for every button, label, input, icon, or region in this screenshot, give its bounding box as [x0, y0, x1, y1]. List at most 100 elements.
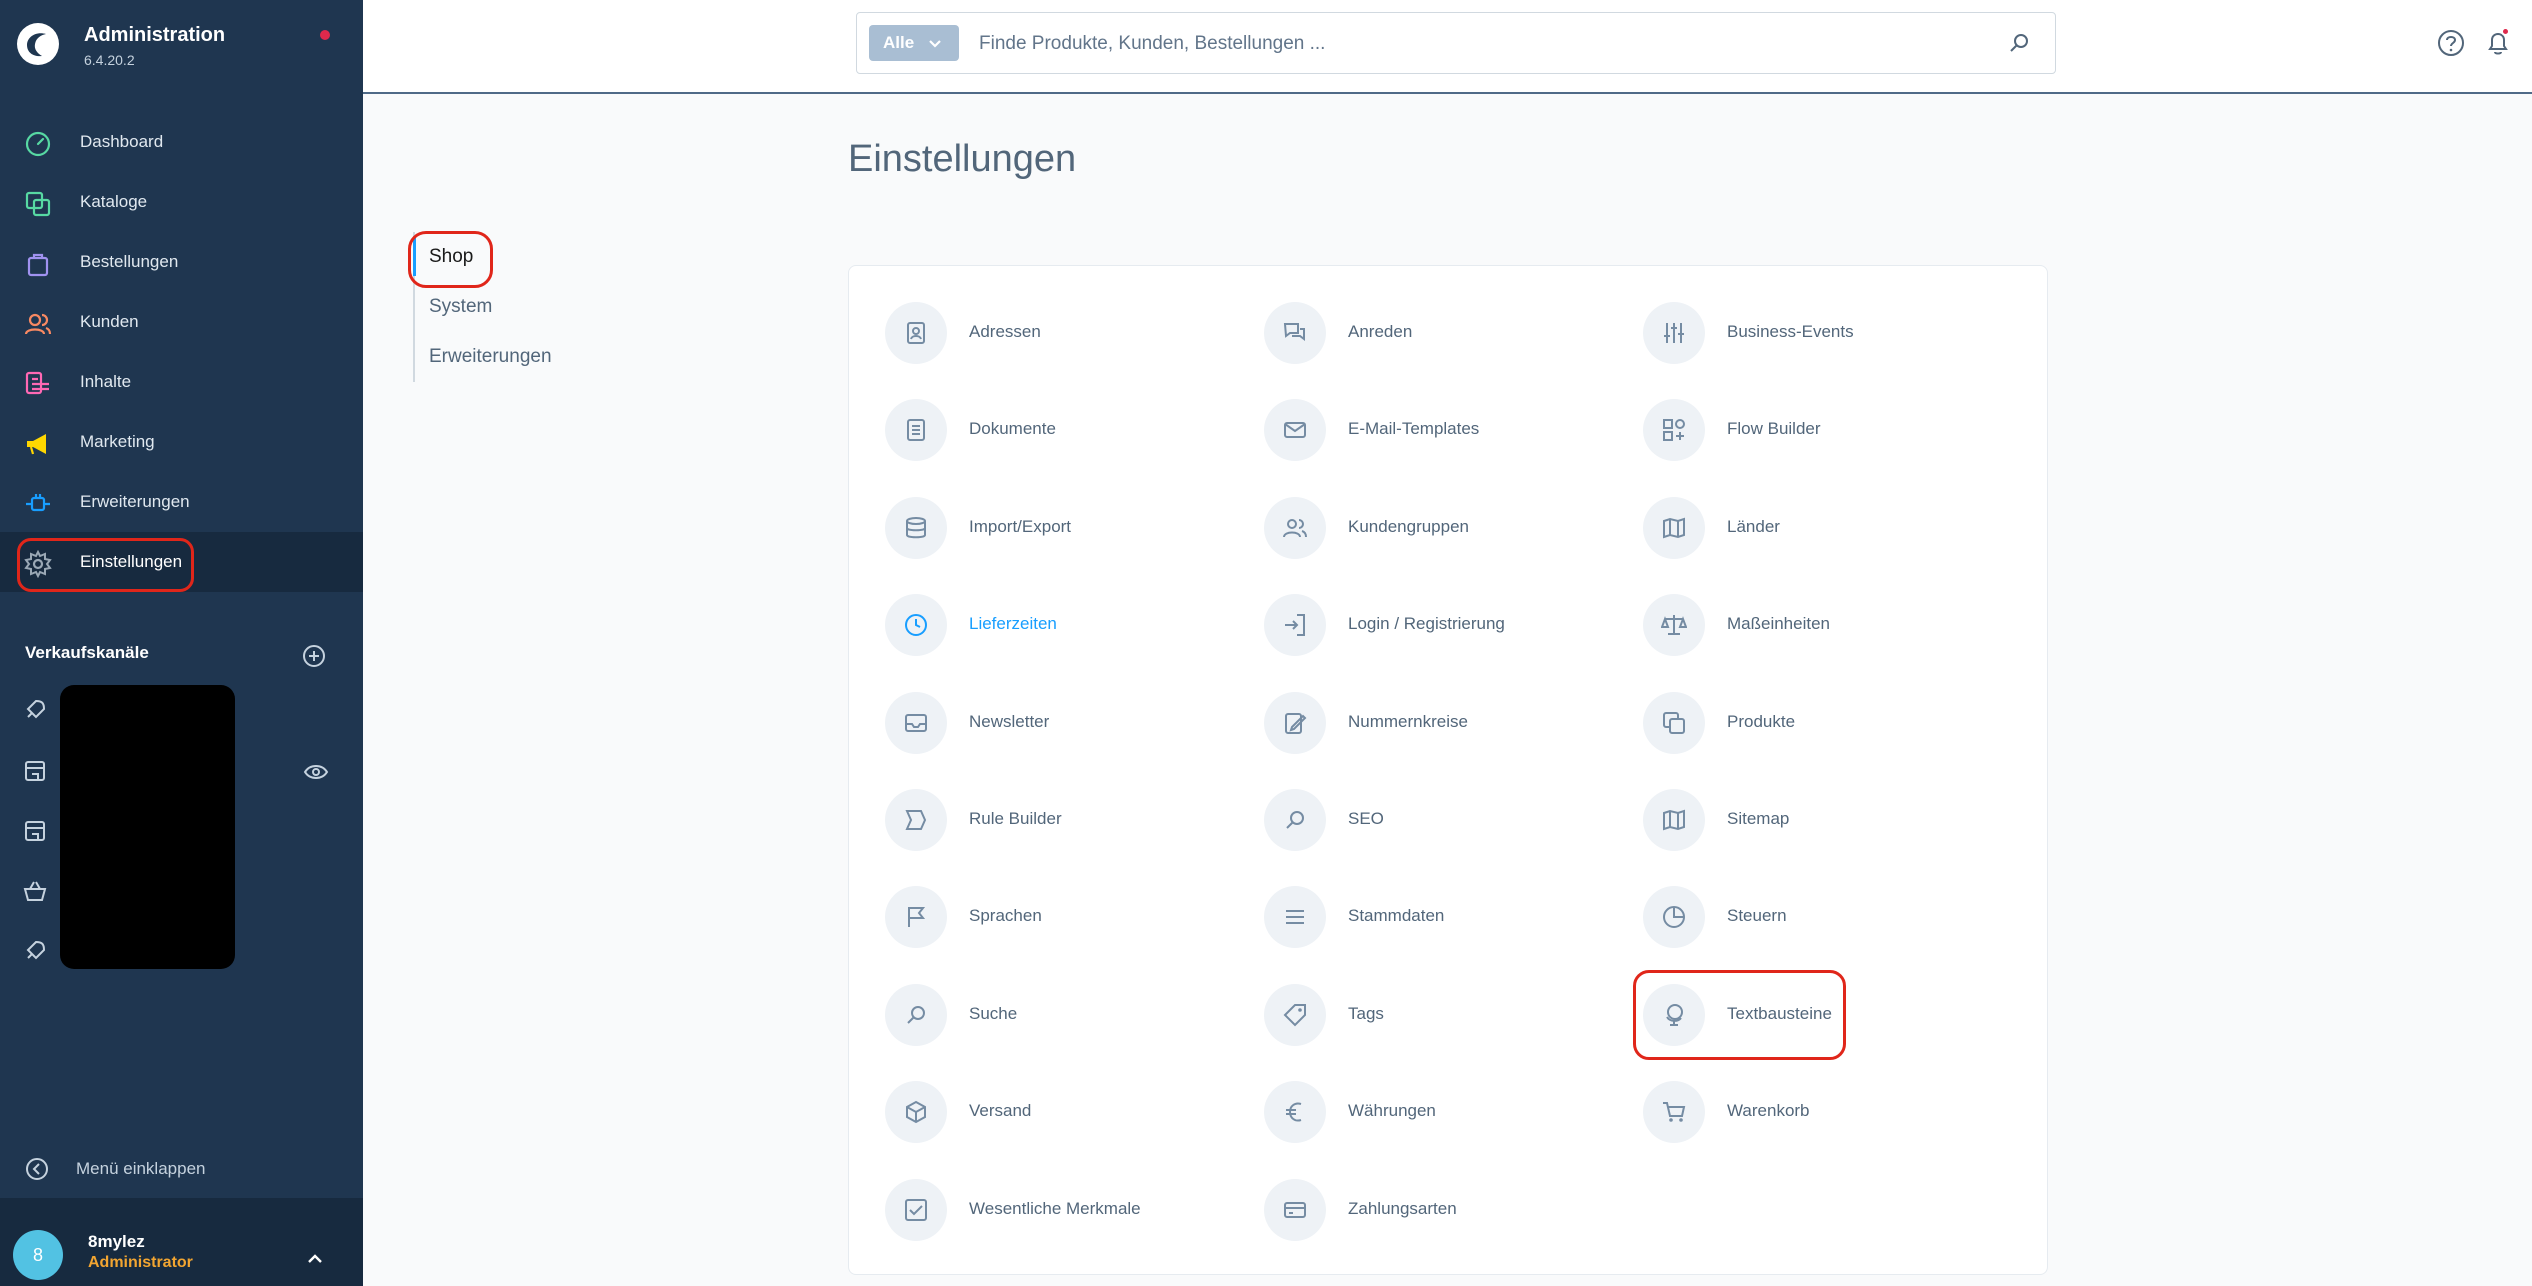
- rocket-icon[interactable]: [22, 938, 48, 964]
- help-icon[interactable]: [2436, 28, 2466, 58]
- settings-item-warenkorb[interactable]: Warenkorb: [1643, 1081, 2022, 1178]
- settings-item-import-export[interactable]: Import/Export: [885, 496, 1264, 594]
- settings-item-sprachen[interactable]: Sprachen: [885, 886, 1264, 983]
- chevron-left-circle-icon: [26, 1158, 48, 1180]
- settings-item-label: Dokumente: [969, 419, 1056, 439]
- map-icon: [1663, 809, 1685, 831]
- settings-item-anreden[interactable]: Anreden: [1264, 302, 1643, 399]
- settings-item-stammdaten[interactable]: Stammdaten: [1264, 886, 1643, 983]
- settings-item-tags[interactable]: Tags: [1264, 983, 1643, 1081]
- nav-item-erweiterungen[interactable]: Erweiterungen: [0, 472, 363, 532]
- settings-item-sitemap[interactable]: Sitemap: [1643, 788, 2022, 886]
- flag-icon: [908, 907, 926, 928]
- eye-icon[interactable]: [303, 762, 329, 782]
- nav-label: Inhalte: [80, 372, 132, 391]
- settings-item-label: Sitemap: [1727, 808, 1790, 828]
- nav-item-dashboard[interactable]: Dashboard: [0, 112, 363, 172]
- redacted-sales-channel-list: [60, 685, 235, 969]
- search-icon[interactable]: [2007, 31, 2031, 55]
- settings-item-label: Lieferzeiten: [969, 614, 1057, 634]
- settings-item-waehrungen[interactable]: Währungen: [1264, 1081, 1643, 1178]
- global-search[interactable]: Alle Finde Produkte, Kunden, Bestellunge…: [856, 12, 2056, 74]
- nav-item-bestellungen[interactable]: Bestellungen: [0, 232, 363, 292]
- settings-item-newsletter[interactable]: Newsletter: [885, 691, 1264, 789]
- settings-item-produkte[interactable]: Produkte: [1643, 691, 2022, 789]
- tab-system[interactable]: System: [415, 282, 593, 332]
- search-input[interactable]: Finde Produkte, Kunden, Bestellungen ...: [979, 33, 1325, 55]
- settings-grid: Adressen Anreden Business-Events Dokumen…: [885, 302, 2025, 1276]
- add-sales-channel-icon[interactable]: [302, 644, 326, 668]
- settings-item-label: Tags: [1348, 1003, 1384, 1023]
- settings-item-flow-builder[interactable]: Flow Builder: [1643, 399, 2022, 496]
- search-icon: [1286, 810, 1304, 829]
- nav-item-inhalte[interactable]: Inhalte: [0, 352, 363, 412]
- highlight-shop-tab: [408, 231, 493, 288]
- sign-in-icon: [1285, 614, 1305, 637]
- package-icon: [906, 1100, 926, 1124]
- settings-item-label: Flow Builder: [1727, 419, 1821, 439]
- chevron-up-icon[interactable]: [304, 1248, 326, 1270]
- highlight-textbausteine: [1633, 970, 1846, 1060]
- main-nav: Dashboard Kataloge Bestellungen Kunden I…: [0, 112, 363, 592]
- chevron-down-icon: [929, 40, 941, 48]
- settings-item-label: Kundengruppen: [1348, 516, 1470, 536]
- settings-item-wesentliche-merkmale[interactable]: Wesentliche Merkmale: [885, 1178, 1264, 1276]
- settings-item-label: Versand: [969, 1101, 1032, 1121]
- settings-item-label: Stammdaten: [1348, 906, 1445, 926]
- nav-label: Kataloge: [80, 192, 148, 211]
- settings-item-zahlungsarten[interactable]: Zahlungsarten: [1264, 1178, 1643, 1276]
- nav-item-kataloge[interactable]: Kataloge: [0, 172, 363, 232]
- user-name: 8mylez: [88, 1232, 145, 1251]
- nav-item-marketing[interactable]: Marketing: [0, 412, 363, 472]
- settings-item-masseinheiten[interactable]: Maßeinheiten: [1643, 594, 2022, 691]
- settings-item-label: Wesentliche Merkmale: [969, 1198, 1141, 1218]
- settings-item-business-events[interactable]: Business-Events: [1643, 302, 2022, 399]
- shopware-logo-icon: [17, 23, 59, 65]
- basket-icon[interactable]: [22, 878, 48, 904]
- settings-item-lieferzeiten[interactable]: Lieferzeiten: [885, 594, 1264, 691]
- rocket-icon[interactable]: [22, 697, 48, 723]
- settings-item-suche[interactable]: Suche: [885, 983, 1264, 1081]
- collapse-menu-button[interactable]: Menü einklappen: [0, 1150, 363, 1188]
- settings-item-dokumente[interactable]: Dokumente: [885, 399, 1264, 496]
- envelope-icon: [1284, 422, 1306, 439]
- notification-dot: [320, 30, 330, 40]
- settings-item-label: Import/Export: [969, 516, 1072, 536]
- sidebar: Administration 6.4.20.2 Dashboard Katalo…: [0, 0, 363, 1286]
- search-type-select[interactable]: Alle: [869, 25, 959, 61]
- notification-badge: [2501, 27, 2510, 36]
- checkbox-icon: [905, 1198, 927, 1221]
- brand: Administration 6.4.20.2: [0, 0, 363, 94]
- settings-item-adressen[interactable]: Adressen: [885, 302, 1264, 399]
- settings-item-seo[interactable]: SEO: [1264, 788, 1643, 886]
- settings-item-label: Newsletter: [969, 711, 1050, 731]
- top-bar: Alle Finde Produkte, Kunden, Bestellunge…: [363, 0, 2532, 94]
- nav-label: Dashboard: [80, 132, 164, 151]
- users-icon: [1283, 518, 1307, 538]
- nav-label: Bestellungen: [80, 252, 179, 271]
- settings-item-rule-builder[interactable]: Rule Builder: [885, 788, 1264, 886]
- storefront-icon[interactable]: [22, 758, 48, 784]
- tag-icon: [1283, 1003, 1306, 1027]
- app-title: Administration: [84, 24, 226, 46]
- settings-item-versand[interactable]: Versand: [885, 1081, 1264, 1178]
- tab-erweiterungen[interactable]: Erweiterungen: [415, 332, 593, 382]
- settings-item-label: Login / Registrierung: [1348, 614, 1505, 634]
- settings-item-label: Adressen: [969, 322, 1041, 341]
- user-panel[interactable]: 8 8mylez Administrator: [0, 1198, 363, 1286]
- search-type-label: Alle: [883, 33, 915, 52]
- nav-item-kunden[interactable]: Kunden: [0, 292, 363, 352]
- settings-item-login-registrierung[interactable]: Login / Registrierung: [1264, 594, 1643, 691]
- settings-item-laender[interactable]: Länder: [1643, 496, 2022, 594]
- sliders-icon: [1664, 323, 1684, 343]
- settings-item-label: Warenkorb: [1727, 1101, 1810, 1121]
- settings-item-label: Länder: [1727, 516, 1780, 536]
- storefront-icon[interactable]: [22, 818, 48, 844]
- settings-item-email-templates[interactable]: E-Mail-Templates: [1264, 399, 1643, 496]
- scale-icon: [1661, 615, 1687, 636]
- settings-item-kundengruppen[interactable]: Kundengruppen: [1264, 496, 1643, 594]
- settings-item-steuern[interactable]: Steuern: [1643, 886, 2022, 983]
- plug-icon: [26, 494, 50, 512]
- settings-item-nummernkreise[interactable]: Nummernkreise: [1264, 691, 1643, 789]
- settings-item-label: SEO: [1348, 808, 1384, 828]
